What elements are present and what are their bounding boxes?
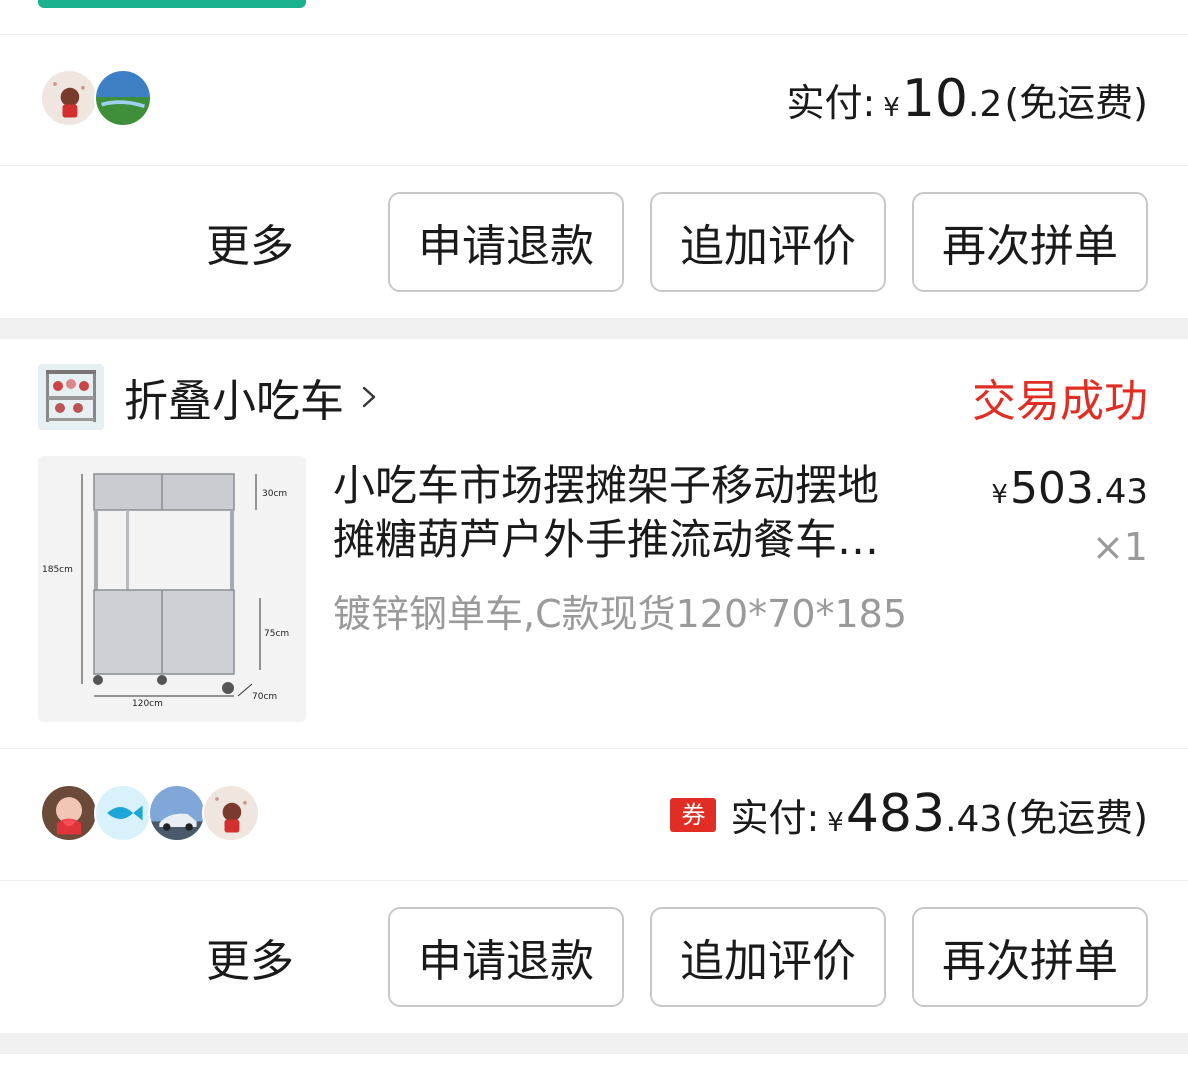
shipping-note: (免运费) (1004, 796, 1148, 840)
divider (0, 34, 1188, 35)
currency-symbol: ¥ (991, 480, 1008, 510)
more-button[interactable]: 更多 (206, 925, 294, 989)
order-actions: 更多 申请退款 追加评价 再次拼单 (206, 192, 1148, 292)
paid-amount-integer: 483 (845, 784, 946, 844)
product-spec: 镀锌钢单车,C款现货120*70*185 (333, 592, 908, 636)
product-image[interactable]: 30cm 185cm 75cm 120cm 70cm (38, 456, 306, 722)
dimension-label: 30cm (262, 489, 287, 499)
refund-button[interactable]: 申请退款 (388, 907, 624, 1007)
product-title-line: 小吃车市场摆摊架子移动摆地 (333, 461, 880, 510)
shop-logo (38, 364, 104, 430)
chevron-right-icon (362, 386, 376, 408)
order-status: 交易成功 (972, 376, 1148, 427)
avatar (40, 784, 98, 842)
product-price: ¥ 503 .43 (991, 463, 1148, 514)
divider (0, 880, 1188, 881)
product-title-line: 摊糖葫芦户外手推流动餐车… (333, 515, 880, 564)
order-actions: 更多 申请退款 追加评价 再次拼单 (206, 907, 1148, 1007)
divider (0, 165, 1188, 166)
currency-symbol: ¥ (883, 93, 900, 123)
shop-name: 折叠小吃车 (124, 376, 344, 427)
dimension-label: 120cm (132, 699, 163, 709)
paid-label: 实付: (730, 796, 820, 840)
more-button[interactable]: 更多 (206, 210, 294, 274)
green-action-button-edge[interactable] (38, 0, 306, 8)
group-avatars[interactable] (40, 69, 152, 127)
product-title[interactable]: 小吃车市场摆摊架子移动摆地 摊糖葫芦户外手推流动餐车… (333, 459, 943, 567)
dimension-label: 75cm (264, 629, 289, 639)
paid-amount-decimal: .2 (967, 84, 1003, 125)
add-review-button[interactable]: 追加评价 (650, 907, 886, 1007)
order-card-2: 折叠小吃车 交易成功 30cm 185cm 75cm 120cm 70cm 小吃… (0, 339, 1188, 1033)
avatar (94, 784, 152, 842)
order-card-1: 实付: ¥ 10 .2 (免运费) 更多 申请退款 追加评价 再次拼单 (0, 0, 1188, 318)
coupon-badge: 券 (670, 797, 717, 832)
currency-symbol: ¥ (827, 808, 844, 838)
product-quantity: ×1 (1091, 525, 1148, 569)
avatar (202, 784, 260, 842)
paid-label: 实付: (786, 81, 876, 125)
price-integer: 503 (1009, 463, 1094, 514)
price-decimal: .43 (1093, 472, 1148, 512)
shop-header[interactable]: 折叠小吃车 交易成功 (38, 364, 1148, 430)
shipping-note: (免运费) (1004, 81, 1148, 125)
group-avatars[interactable] (40, 784, 260, 842)
avatar (40, 69, 98, 127)
reorder-button[interactable]: 再次拼单 (912, 907, 1148, 1007)
order-card-3 (0, 1054, 1188, 1072)
paid-amount-decimal: .43 (945, 799, 1003, 840)
divider (0, 748, 1188, 749)
add-review-button[interactable]: 追加评价 (650, 192, 886, 292)
reorder-button[interactable]: 再次拼单 (912, 192, 1148, 292)
paid-amount-integer: 10 (901, 69, 968, 129)
paid-amount-row: 券 实付: ¥ 483 .43 (免运费) (670, 787, 1148, 842)
avatar (94, 69, 152, 127)
paid-amount-row: 实付: ¥ 10 .2 (免运费) (786, 72, 1148, 127)
dimension-label: 70cm (252, 692, 277, 702)
avatar (148, 784, 206, 842)
refund-button[interactable]: 申请退款 (388, 192, 624, 292)
dimension-label: 185cm (42, 565, 73, 575)
